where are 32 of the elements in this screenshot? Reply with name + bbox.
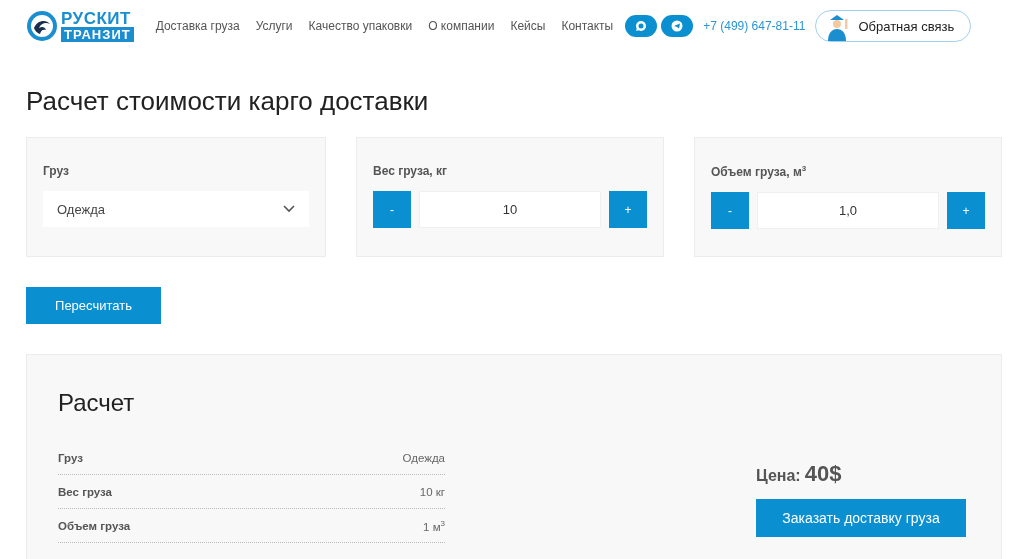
increment-button[interactable]: + bbox=[947, 192, 985, 229]
decrement-button[interactable]: - bbox=[373, 191, 411, 228]
field-label: Вес груза, кг bbox=[373, 164, 449, 178]
price-value: 40$ bbox=[804, 461, 842, 487]
nav-link[interactable]: Качество упаковки bbox=[308, 19, 413, 33]
order-button[interactable]: Заказать доставку груза bbox=[756, 499, 966, 537]
decrement-button[interactable]: - bbox=[711, 192, 749, 229]
nav-link[interactable]: Доставка груза bbox=[155, 19, 240, 33]
select-value: Одежда bbox=[57, 201, 105, 217]
feedback-button[interactable]: Обратная связь bbox=[815, 10, 972, 42]
nav-link[interactable]: Услуги bbox=[255, 19, 293, 33]
row-label: Груз bbox=[58, 451, 83, 464]
number-input[interactable]: 10 bbox=[419, 191, 601, 228]
page-title: Расчет стоимости карго доставки bbox=[26, 86, 430, 118]
logo-wordmark-top: РУСКИТ bbox=[61, 10, 132, 27]
row-label: Вес груза bbox=[58, 485, 112, 498]
nav-link[interactable]: О компании bbox=[428, 19, 495, 33]
field-label: Объем груза, м$^{3}$ bbox=[711, 164, 808, 179]
row-value: 10 кг bbox=[419, 485, 445, 498]
nav-link[interactable]: Кейсы bbox=[510, 19, 546, 33]
price-label: Цена: bbox=[756, 467, 801, 485]
recalculate-button[interactable]: Пересчитать bbox=[26, 287, 161, 324]
cargo-select[interactable]: Одежда bbox=[43, 191, 309, 227]
field-label: Груз bbox=[43, 164, 70, 178]
logo-wordmark-bottom: ТРАНЗИТ bbox=[61, 27, 134, 42]
increment-button[interactable]: + bbox=[609, 191, 647, 228]
row-value: 1 м$^{3}$ bbox=[423, 518, 445, 533]
row-value: Одежда bbox=[402, 451, 445, 464]
number-input[interactable]: 1,0 bbox=[757, 192, 939, 229]
nav-link[interactable]: Контакты bbox=[561, 19, 614, 33]
row-label: Объем груза bbox=[58, 519, 131, 532]
result-title: Расчет bbox=[58, 389, 136, 417]
